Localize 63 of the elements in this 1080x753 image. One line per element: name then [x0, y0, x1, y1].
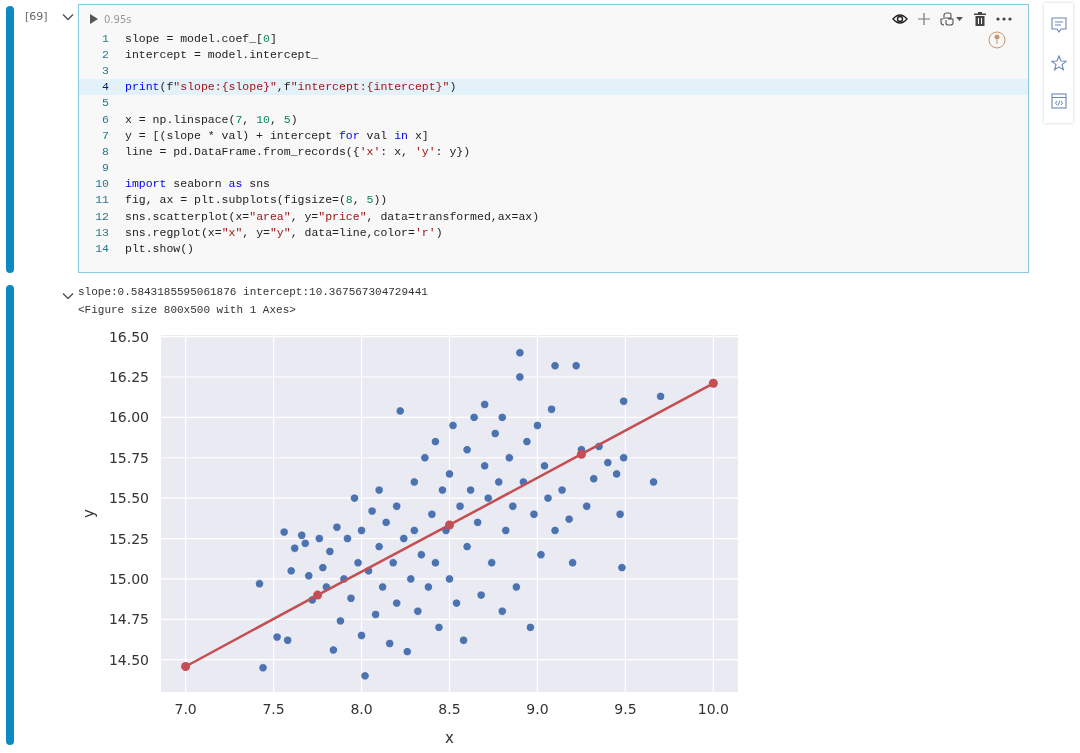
line-number: 5: [101, 96, 109, 110]
line-number: 9: [101, 161, 109, 175]
tick-label: 9.5: [614, 701, 637, 717]
code-line: y = [(slope * val) + intercept for val in x]: [125, 128, 429, 142]
run-icon[interactable]: [90, 14, 98, 24]
code-line: slope = model.coef_[0]: [125, 31, 277, 45]
comment-icon[interactable]: [1050, 17, 1067, 33]
code-line: plt.show(): [125, 242, 194, 256]
line-number: 10: [94, 177, 109, 191]
code-line: intercept = model.intercept_: [125, 47, 319, 61]
tick-label: 7.5: [262, 701, 285, 717]
output-text: slope:0.5843185595061876 intercept:10.367567304729441: [78, 286, 429, 300]
code-line: fig, ax = plt.subplots(figsize=(8, 5)): [125, 193, 388, 207]
line-number: 8: [101, 144, 109, 158]
tick-label: 16.50: [108, 328, 149, 345]
tick-label: 16.25: [108, 369, 149, 385]
axis-label: x: [445, 729, 454, 747]
chevron-icon[interactable]: [62, 292, 74, 300]
point: [708, 378, 718, 388]
code-line: sns.scatterplot(x="area", y="price", data=transformed,ax=ax): [125, 209, 540, 223]
line-number: 7: [101, 128, 109, 142]
output-text: <Figure size 800x500 with 1 Axes>: [78, 304, 297, 318]
tick-label: 9.0: [526, 701, 549, 717]
line-number: 6: [101, 112, 109, 126]
line-number: 12: [94, 209, 109, 223]
line-number: 2: [101, 47, 109, 61]
code-line: line = pd.DataFrame.from_records({'x': x, 'y': y}): [125, 144, 471, 158]
code-line: import seaborn as sns: [125, 177, 270, 191]
line-number: 13: [94, 225, 109, 239]
plus-icon[interactable]: [918, 13, 930, 25]
point: [181, 661, 191, 671]
tick-label: 14.75: [108, 611, 149, 628]
line-number: 1: [101, 31, 109, 45]
tick-label: 15.25: [108, 530, 149, 547]
more-icon[interactable]: [996, 17, 1012, 21]
tick-label: 14.50: [108, 651, 149, 668]
code-line: sns.regplot(x="x", y="y", data=line,color='r'): [125, 225, 443, 239]
code-line: print(f"slope:{slope}",f"intercept:{intercept}"): [125, 80, 457, 94]
point: [445, 520, 454, 530]
tick-label: 15.75: [108, 449, 149, 466]
execution-count: [69]: [25, 10, 48, 23]
line-number: 4: [101, 80, 109, 94]
point: [576, 449, 586, 459]
chevron-icon[interactable]: [61, 13, 74, 21]
tick-label: 15.00: [108, 570, 149, 587]
line-number: 14: [94, 242, 109, 256]
eye-icon[interactable]: [892, 13, 908, 25]
line-number: 3: [101, 63, 109, 77]
python-icon[interactable]: [940, 12, 964, 26]
tick-label: 16.00: [108, 409, 149, 426]
line-number: 11: [94, 193, 109, 207]
tick-label: 8.5: [438, 701, 461, 717]
point: [313, 590, 323, 600]
axis-label: y: [80, 509, 98, 518]
tick-label: 8.0: [350, 701, 373, 717]
tick-label: 15.50: [108, 490, 149, 507]
tick-label: 7.0: [174, 701, 197, 717]
run-time: 0.95s: [104, 13, 132, 25]
code-window-icon[interactable]: [1050, 93, 1067, 109]
tick-label: 10.0: [697, 701, 729, 717]
code-line: x = np.linspace(7, 10, 5): [125, 112, 298, 126]
trash-icon[interactable]: [974, 12, 986, 26]
star-icon[interactable]: [1050, 55, 1067, 71]
